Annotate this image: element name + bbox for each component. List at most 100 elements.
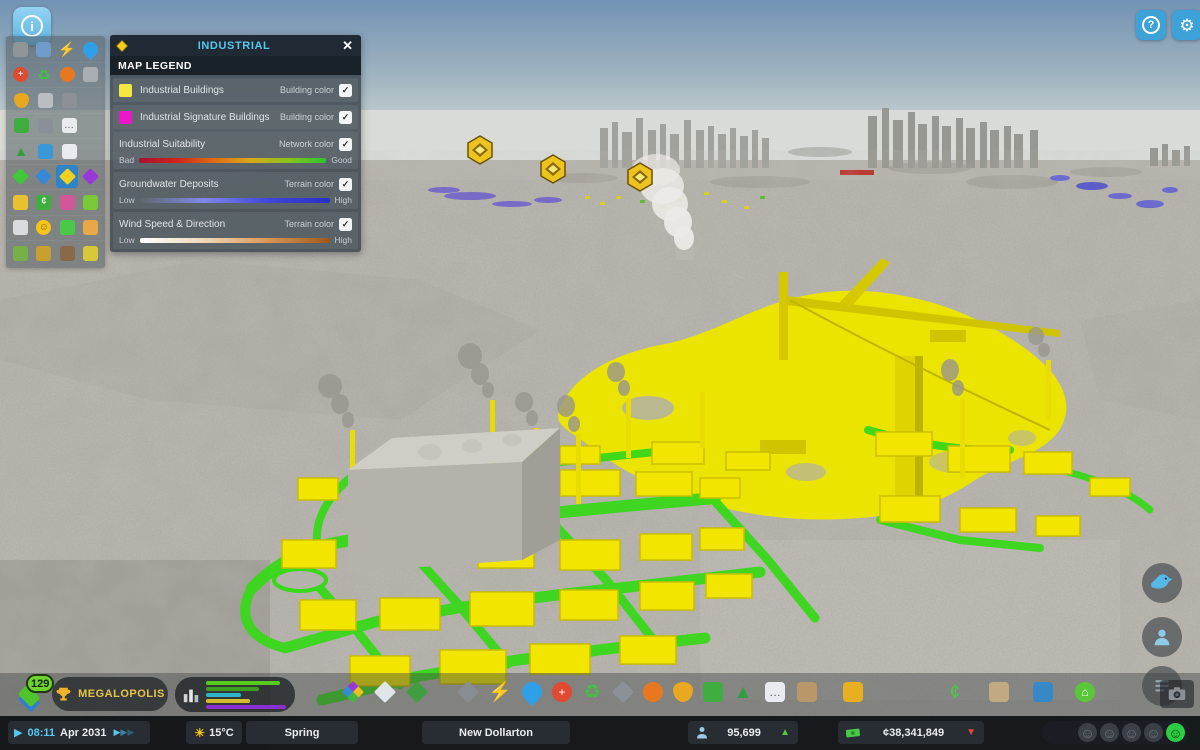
toolbar-landscaping[interactable] (794, 679, 820, 705)
infoview-garbage[interactable]: ♻ (33, 63, 55, 86)
toolbar-bulldozer[interactable] (840, 679, 866, 705)
industrial-legend-panel: INDUSTRIAL ✕ MAP LEGEND Industrial Build… (110, 35, 361, 252)
toolbar-education[interactable] (610, 679, 636, 705)
transportation-icon (703, 682, 723, 702)
infoview-parks-recreation[interactable]: ▲ (10, 140, 33, 163)
infoview-zoning[interactable] (33, 165, 55, 188)
infoview-agriculture[interactable] (79, 191, 101, 214)
infoview-industrial[interactable] (56, 165, 78, 188)
population-widget[interactable]: 95,699 ▲ (688, 721, 798, 744)
speed-2-icon[interactable]: ▶ (120, 727, 127, 738)
legend-item-2: Industrial SuitabilityNetwork color✓BadG… (113, 132, 358, 169)
population-up-icon: ▲ (780, 727, 790, 738)
toolbar-statistics[interactable] (1030, 679, 1056, 705)
season-widget[interactable]: Spring (246, 721, 358, 744)
infoview-transportation[interactable] (10, 114, 33, 137)
chirper-button[interactable] (1142, 563, 1182, 603)
toolbar-areas[interactable] (372, 679, 398, 705)
citizen-info-button[interactable] (1142, 617, 1182, 657)
speed-3-icon[interactable]: ▶ (127, 727, 134, 738)
demand-widget[interactable] (175, 677, 295, 712)
garbage-icon: ♻ (582, 682, 602, 702)
infoview-water-sewage[interactable] (79, 38, 101, 61)
legend-checkbox[interactable]: ✓ (339, 84, 352, 97)
toolbar-communications[interactable]: … (762, 679, 788, 705)
legend-checkbox[interactable]: ✓ (339, 138, 352, 151)
photo-mode-button[interactable] (1160, 680, 1194, 708)
population-icon (13, 220, 28, 235)
legend-checkbox[interactable]: ✓ (339, 178, 352, 191)
legend-item-0: Industrial BuildingsBuilding color ✓ (113, 78, 358, 102)
infoview-roads[interactable] (10, 38, 32, 61)
toolbar-signature-areas[interactable] (404, 679, 430, 705)
toolbar-fire-rescue[interactable] (640, 679, 666, 705)
infoview-ground-pollution[interactable] (56, 242, 78, 265)
infoview-commercial[interactable]: ¢ (33, 191, 55, 214)
game-viewport[interactable]: i ? ⚙ ⚡+♻…▲¢☺ INDUSTRIAL ✕ MAP LEGEND In… (0, 0, 1200, 750)
electricity-icon: ⚡ (490, 682, 510, 702)
toolbar-parks-recreation[interactable]: ▲ (730, 679, 756, 705)
infoview-selection-tool[interactable] (58, 140, 81, 163)
map-name-widget[interactable]: New Dollarton (422, 721, 570, 744)
close-icon[interactable]: ✕ (341, 39, 354, 52)
legend-label: Groundwater Deposits (119, 179, 284, 190)
toolbar-environment[interactable]: ⌂ (1072, 679, 1098, 705)
infoview-rail[interactable] (34, 114, 57, 137)
toolbar-economy[interactable]: ¢ (942, 679, 968, 705)
toolbar-zones[interactable] (340, 679, 366, 705)
temperature-widget[interactable]: ☀ 15°C (186, 721, 242, 744)
help-button[interactable]: ? (1136, 10, 1166, 40)
money-widget[interactable]: ¢38,341,849 ▼ (838, 721, 984, 744)
infoview-office[interactable] (56, 191, 78, 214)
gradient-low-label: Low (119, 235, 135, 245)
tourism-icon (38, 144, 53, 159)
infoview-administration[interactable] (34, 89, 57, 112)
city-title-button[interactable]: MEGALOPOLIS (52, 677, 168, 711)
signature-areas-icon (406, 681, 428, 703)
infoview-workplaces[interactable] (79, 216, 101, 239)
legend-checkbox[interactable]: ✓ (339, 218, 352, 231)
speed-controls[interactable]: ▶ ▶ ▶ (113, 727, 134, 738)
toolbar-progression[interactable] (986, 679, 1012, 705)
infoview-districts[interactable] (79, 165, 101, 188)
settings-button[interactable]: ⚙ (1172, 10, 1200, 40)
legend-color-mode: Building color (280, 85, 334, 95)
infoview-resources[interactable] (33, 242, 55, 265)
infoview-terrain[interactable] (10, 242, 32, 265)
legend-label: Industrial Buildings (140, 85, 280, 96)
infoview-electricity[interactable]: ⚡ (56, 38, 78, 61)
infoview-population[interactable] (10, 216, 32, 239)
toolbar-garbage[interactable]: ♻ (579, 679, 605, 705)
speed-1-icon[interactable]: ▶ (113, 727, 120, 738)
infoview-land-value[interactable] (10, 165, 32, 188)
toolbar-transportation[interactable] (700, 679, 726, 705)
infoview-communications[interactable]: … (58, 114, 81, 137)
infoview-row: ⚡ (6, 37, 105, 63)
bulldozer-icon (843, 682, 863, 702)
toolbar-electricity[interactable]: ⚡ (487, 679, 513, 705)
play-button[interactable]: ▶ (14, 726, 22, 739)
infoview-healthcare[interactable]: + (10, 63, 32, 86)
toolbar-healthcare[interactable]: + (549, 679, 575, 705)
city-title: MEGALOPOLIS (78, 688, 165, 700)
infoview-education[interactable] (58, 89, 81, 112)
legend-label: Industrial Suitability (119, 139, 279, 150)
legend-checkbox[interactable]: ✓ (339, 111, 352, 124)
legend-color-swatch (119, 111, 132, 124)
infoview-police[interactable] (10, 89, 33, 112)
infoview-maintenance[interactable] (79, 63, 101, 86)
happiness-widget[interactable]: ☺☺☺☺☺ (1042, 721, 1190, 744)
infoview-residential[interactable] (10, 191, 32, 214)
toolbar-police[interactable] (670, 679, 696, 705)
infoview-fire-rescue[interactable] (56, 63, 78, 86)
infoview-happiness[interactable]: ☺ (33, 216, 55, 239)
temperature-value: 15°C (209, 727, 234, 739)
infoview-money-flow[interactable] (56, 216, 78, 239)
toolbar-water-sewage[interactable] (519, 679, 545, 705)
infoview-tourism[interactable] (34, 140, 57, 163)
toolbar-roads[interactable] (455, 679, 481, 705)
infoview-water-facilities[interactable] (33, 38, 55, 61)
gradient-bar (140, 238, 330, 243)
economy-icon: ¢ (945, 682, 965, 702)
infoview-water-resources[interactable] (79, 242, 101, 265)
